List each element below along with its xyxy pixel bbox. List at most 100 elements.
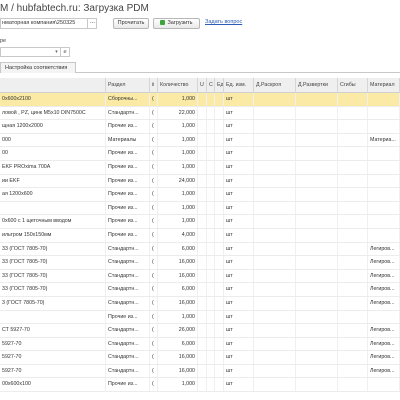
- cell-bends[interactable]: [338, 283, 368, 296]
- cell-unfold-length[interactable]: [296, 188, 338, 201]
- cell-unfold-length[interactable]: [296, 324, 338, 337]
- cell-unfold-length[interactable]: [296, 310, 338, 324]
- cell-quantity[interactable]: 1,000: [158, 215, 198, 228]
- cell-c[interactable]: [207, 242, 215, 256]
- cell-u[interactable]: [198, 324, 207, 337]
- cell-unit-short[interactable]: [215, 296, 224, 310]
- cell-c[interactable]: [207, 256, 215, 269]
- cell-i[interactable]: (: [150, 160, 158, 174]
- cell-u[interactable]: [198, 160, 207, 174]
- table-row[interactable]: ая 1200х600 Прочие из...(1,000 шт: [0, 188, 400, 202]
- cell-unit-short[interactable]: [215, 283, 224, 296]
- cell-quantity[interactable]: 16,000: [158, 256, 198, 269]
- cell-quantity[interactable]: 4,000: [158, 228, 198, 242]
- cell-bends[interactable]: [338, 160, 368, 174]
- cell-name[interactable]: СТ 5927-70: [0, 324, 106, 337]
- cell-material[interactable]: Легиров...: [368, 269, 400, 283]
- cell-c[interactable]: [207, 310, 215, 324]
- cell-bends[interactable]: [338, 324, 368, 337]
- cell-c[interactable]: [207, 378, 215, 392]
- cell-unit-short[interactable]: [215, 269, 224, 283]
- cell-unit[interactable]: шт: [224, 201, 254, 215]
- table-row[interactable]: ловой , PZ, цинк М5х10 DIN7500C Стандартн…: [0, 106, 400, 121]
- cell-section[interactable]: Материалы: [106, 133, 150, 147]
- cell-c[interactable]: [207, 296, 215, 310]
- cell-cut-length[interactable]: [254, 351, 296, 364]
- cell-i[interactable]: (: [150, 174, 158, 188]
- cell-bends[interactable]: [338, 93, 368, 106]
- cell-quantity[interactable]: 1,000: [158, 120, 198, 133]
- cell-unit[interactable]: шт: [224, 120, 254, 133]
- cell-quantity[interactable]: 26,000: [158, 324, 198, 337]
- cell-unit-short[interactable]: [215, 174, 224, 188]
- cell-unfold-length[interactable]: [296, 242, 338, 256]
- cell-i[interactable]: (: [150, 256, 158, 269]
- cell-bends[interactable]: [338, 201, 368, 215]
- cell-material[interactable]: Легиров...: [368, 283, 400, 296]
- cell-name[interactable]: 000: [0, 133, 106, 147]
- cell-quantity[interactable]: 6,000: [158, 337, 198, 351]
- table-row[interactable]: Прочие из...(1,000 шт: [0, 201, 400, 216]
- cell-section[interactable]: Прочие из...: [106, 215, 150, 228]
- cell-quantity[interactable]: 1,000: [158, 201, 198, 215]
- cell-unit-short[interactable]: [215, 242, 224, 256]
- cell-section[interactable]: Прочие из...: [106, 378, 150, 392]
- cell-unfold-length[interactable]: [296, 215, 338, 228]
- col-header-unfold-length[interactable]: Д.Развертки: [296, 78, 338, 92]
- cell-quantity[interactable]: 1,000: [158, 378, 198, 392]
- cell-name[interactable]: [0, 201, 106, 215]
- cell-i[interactable]: (: [150, 215, 158, 228]
- cell-c[interactable]: [207, 324, 215, 337]
- cell-cut-length[interactable]: [254, 337, 296, 351]
- cell-unit[interactable]: шт: [224, 269, 254, 283]
- cell-quantity[interactable]: 1,000: [158, 133, 198, 147]
- cell-i[interactable]: (: [150, 364, 158, 378]
- cell-unit-short[interactable]: [215, 364, 224, 378]
- cell-cut-length[interactable]: [254, 133, 296, 147]
- cell-section[interactable]: Прочие из...: [106, 228, 150, 242]
- cell-section[interactable]: Стандартн...: [106, 351, 150, 364]
- cell-bends[interactable]: [338, 228, 368, 242]
- cell-section[interactable]: Прочие из...: [106, 201, 150, 215]
- filter-input[interactable]: ▾ e: [0, 47, 70, 57]
- cell-cut-length[interactable]: [254, 147, 296, 160]
- cell-quantity[interactable]: 1,000: [158, 188, 198, 201]
- cell-section[interactable]: Стандартн...: [106, 296, 150, 310]
- cell-material[interactable]: Легиров...: [368, 296, 400, 310]
- cell-i[interactable]: (: [150, 310, 158, 324]
- cell-cut-length[interactable]: [254, 215, 296, 228]
- dropdown-icon[interactable]: ▾: [53, 48, 60, 56]
- table-row[interactable]: 0х600х2100 Сборочны...(1,000 шт: [0, 93, 400, 107]
- cell-section[interactable]: Прочие из...: [106, 188, 150, 201]
- cell-material[interactable]: [368, 174, 400, 188]
- cell-unfold-length[interactable]: [296, 147, 338, 160]
- table-row[interactable]: 00 Прочие из...(1,000 шт: [0, 147, 400, 161]
- cell-cut-length[interactable]: [254, 296, 296, 310]
- cell-unit[interactable]: шт: [224, 364, 254, 378]
- table-row[interactable]: 5927-70 Стандартн...(16,000 шт Легиров...: [0, 351, 400, 365]
- cell-u[interactable]: [198, 269, 207, 283]
- col-header-bends[interactable]: Сгибы: [338, 78, 368, 92]
- cell-section[interactable]: Прочие из...: [106, 160, 150, 174]
- cell-unit[interactable]: шт: [224, 228, 254, 242]
- cell-material[interactable]: [368, 228, 400, 242]
- cell-u[interactable]: [198, 378, 207, 392]
- cell-section[interactable]: Прочие из...: [106, 310, 150, 324]
- cell-bends[interactable]: [338, 147, 368, 160]
- col-header-section[interactable]: Раздел: [106, 78, 150, 92]
- cell-bends[interactable]: [338, 351, 368, 364]
- cell-u[interactable]: [198, 174, 207, 188]
- cell-section[interactable]: Прочие из...: [106, 120, 150, 133]
- cell-c[interactable]: [207, 364, 215, 378]
- cell-material[interactable]: Материа...: [368, 133, 400, 147]
- table-row[interactable]: 33 (ГОСТ 7805-70) Стандартн...(16,000 шт Ле…: [0, 269, 400, 284]
- cell-u[interactable]: [198, 296, 207, 310]
- cell-name[interactable]: 0х600х2100: [0, 93, 106, 106]
- cell-material[interactable]: [368, 378, 400, 392]
- table-row[interactable]: 000 Материалы(1,000 шт Материа...: [0, 133, 400, 148]
- cell-material[interactable]: Легиров...: [368, 364, 400, 378]
- table-row[interactable]: 0х600 с 1 щеточным вводом Прочие из...(1,…: [0, 215, 400, 229]
- col-header-cut-length[interactable]: Д.Раскроя: [254, 78, 296, 92]
- cell-unit-short[interactable]: [215, 201, 224, 215]
- cell-unit[interactable]: шт: [224, 296, 254, 310]
